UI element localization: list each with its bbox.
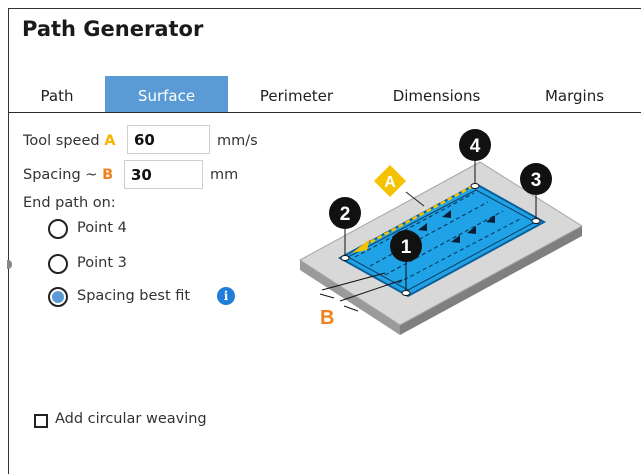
radio-point-3[interactable] <box>48 254 68 274</box>
svg-text:1: 1 <box>401 237 412 258</box>
tab-perimeter[interactable]: Perimeter <box>228 76 365 112</box>
point-3-badge: 3 <box>520 163 552 195</box>
marker-b-text: B <box>320 307 334 329</box>
spacing-label: Spacing ~ <box>23 167 98 183</box>
tool-speed-label: Tool speed <box>23 133 100 149</box>
tool-speed-row: Tool speed A <box>23 133 115 149</box>
radio-point-4-label: Point 4 <box>77 220 127 236</box>
svg-text:4: 4 <box>470 136 481 157</box>
tool-speed-unit: mm/s <box>217 133 258 149</box>
tab-surface[interactable]: Surface <box>105 76 228 112</box>
spacing-row: Spacing ~ B <box>23 167 113 183</box>
tool-speed-input[interactable] <box>127 125 210 154</box>
tab-path[interactable]: Path <box>9 76 105 112</box>
page-title: Path Generator <box>22 17 204 41</box>
spacing-input[interactable] <box>124 160 203 189</box>
point-1-badge: 1 <box>390 230 422 262</box>
svg-text:3: 3 <box>531 170 542 191</box>
tab-dimensions[interactable]: Dimensions <box>365 76 508 112</box>
circular-weaving-label: Add circular weaving <box>55 411 207 427</box>
end-path-label: End path on: <box>23 195 116 211</box>
radio-point-4[interactable] <box>48 219 68 239</box>
point-4-badge: 4 <box>459 129 491 161</box>
radio-spacing-best-fit-label: Spacing best fit <box>77 288 191 304</box>
surface-path-diagram: A 4 3 2 1 B <box>299 129 583 335</box>
spacing-marker: B <box>102 167 114 183</box>
tab-bar: Path Surface Perimeter Dimensions Margin… <box>9 76 641 113</box>
marker-a-text: A <box>384 174 396 191</box>
circular-weaving-checkbox[interactable] <box>34 414 48 428</box>
info-icon[interactable]: i <box>217 287 235 305</box>
tab-margins[interactable]: Margins <box>508 76 641 112</box>
tool-speed-marker: A <box>104 133 116 149</box>
radio-spacing-best-fit[interactable] <box>48 287 68 307</box>
radio-point-3-label: Point 3 <box>77 255 127 271</box>
svg-text:2: 2 <box>340 204 351 225</box>
point-2-badge: 2 <box>329 197 361 229</box>
spacing-unit: mm <box>210 167 239 183</box>
